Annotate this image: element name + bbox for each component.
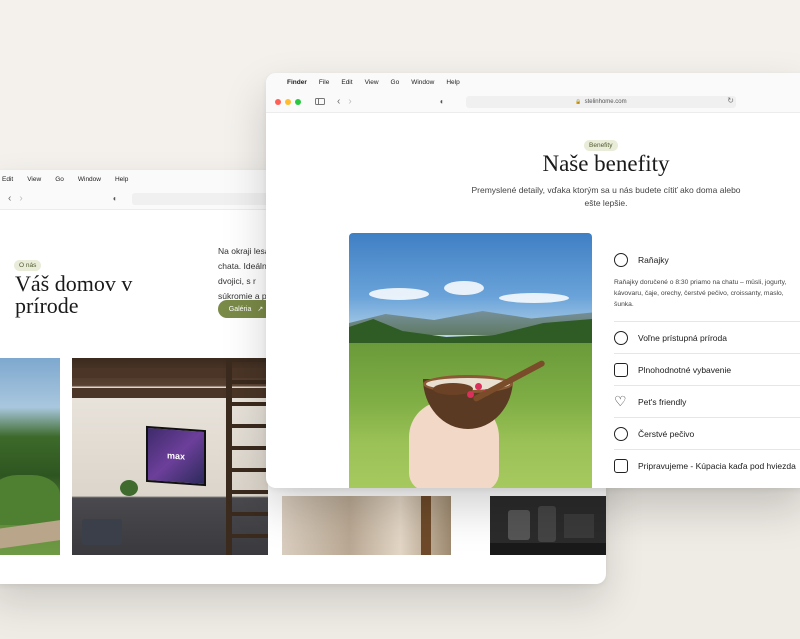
benefits-list: Raňajky Raňajky doručené o 8:30 priamo n… (614, 250, 800, 481)
appliance (564, 514, 594, 538)
berry (475, 383, 482, 390)
hill-shape (0, 475, 60, 525)
benefit-label: Voľne prístupná príroda (638, 332, 727, 343)
menu-help[interactable]: Help (115, 176, 128, 183)
section-subtitle: Premyslené detaily, vďaka ktorým sa u ná… (471, 185, 741, 208)
menu-view[interactable]: View (365, 79, 379, 86)
tools-icon (614, 362, 628, 377)
benefit-equipment[interactable]: Plnohodnotné vybavenie (614, 354, 800, 385)
counter (490, 543, 606, 555)
bathtub-icon (614, 458, 628, 473)
menu-help[interactable]: Help (446, 79, 459, 86)
front-address-bar[interactable]: 🔒 stelinhome.com (466, 95, 736, 108)
reload-icon[interactable]: ↻ (727, 96, 734, 105)
benefit-label: Pripravujeme - Kúpacia kaďa pod hviezda (638, 460, 796, 471)
stage: Edit View Go Window Help ‹ › ◐ 🔒 omi O n… (0, 0, 800, 639)
tree-icon (614, 330, 628, 345)
breakfast-bowl-icon (614, 253, 628, 267)
appliance (508, 510, 530, 540)
benefit-label: Čerstvé pečivo (638, 428, 695, 439)
front-url-text: stelinhome.com (584, 98, 627, 105)
wall-ladder (226, 358, 268, 555)
front-browser-window: Finder File Edit View Go Window Help ‹ ›… (266, 73, 800, 488)
front-toolbar: ‹ › ◐ 🔒 stelinhome.com ↻ (266, 91, 800, 113)
menu-window[interactable]: Window (78, 176, 101, 183)
lock-icon: 🔒 (575, 98, 582, 105)
menu-file[interactable]: File (319, 79, 329, 86)
benefit-nature[interactable]: Voľne prístupná príroda (614, 322, 800, 353)
benefits-badge: Benefity (584, 140, 618, 151)
benefit-bathtub[interactable]: Pripravujeme - Kúpacia kaďa pod hviezda (614, 450, 800, 481)
sidebar-toggle-icon[interactable] (315, 98, 325, 105)
benefit-breakfast-description: Raňajky doručené o 8:30 priamo na chatu … (614, 279, 787, 308)
back-arrow-icon[interactable]: ‹ (8, 193, 11, 204)
appliance (538, 506, 556, 542)
page-title: Váš domov v prírode (15, 271, 133, 318)
menu-go[interactable]: Go (391, 79, 400, 86)
zoom-button[interactable] (295, 98, 301, 105)
arrow-up-right-icon: ↗ (257, 306, 264, 313)
close-button[interactable] (275, 98, 281, 105)
benefit-pets[interactable]: Pet's friendly (614, 386, 800, 417)
front-menubar: Finder File Edit View Go Window Help (266, 73, 800, 91)
back-nav-buttons: ‹ › (8, 193, 23, 204)
wood-pole (421, 496, 431, 555)
forward-arrow-icon[interactable]: › (19, 193, 22, 204)
menu-edit[interactable]: Edit (341, 79, 352, 86)
about-badge: O nás (14, 260, 42, 271)
traffic-lights (275, 98, 301, 105)
menu-finder[interactable]: Finder (287, 79, 307, 86)
bread-icon (614, 426, 628, 441)
shield-icon[interactable]: ◐ (113, 194, 118, 203)
menu-edit[interactable]: Edit (2, 176, 13, 183)
benefit-label: Plnohodnotné vybavenie (638, 364, 732, 375)
front-nav-buttons: ‹ › (337, 96, 352, 107)
pouf (82, 519, 122, 545)
benefit-label: Raňajky (638, 255, 669, 265)
cloud (369, 288, 429, 300)
menu-go[interactable]: Go (55, 176, 64, 183)
back-arrow-icon[interactable]: ‹ (337, 96, 340, 107)
photo-detail[interactable] (282, 496, 451, 555)
section-title: Naše benefity (542, 151, 670, 176)
tv-screen: max (146, 425, 206, 487)
plant (120, 480, 138, 496)
menu-window[interactable]: Window (411, 79, 434, 86)
menu-view[interactable]: View (27, 176, 41, 183)
cloud (444, 281, 484, 295)
heart-icon (614, 394, 628, 409)
cloud (499, 293, 569, 303)
forward-arrow-icon[interactable]: › (348, 96, 351, 107)
photo-garden[interactable] (0, 358, 60, 555)
benefit-breakfast[interactable]: Raňajky (614, 250, 800, 270)
benefit-label: Pet's friendly (638, 396, 687, 407)
photo-interior[interactable]: max (72, 358, 268, 555)
hero-photo-meadow-bowl (349, 233, 592, 488)
gallery-button-label: Galéria (228, 305, 252, 313)
minimize-button[interactable] (285, 98, 291, 105)
photo-kitchen[interactable] (490, 496, 606, 555)
shield-icon[interactable]: ◐ (440, 97, 445, 106)
benefit-bread[interactable]: Čerstvé pečivo (614, 418, 800, 449)
